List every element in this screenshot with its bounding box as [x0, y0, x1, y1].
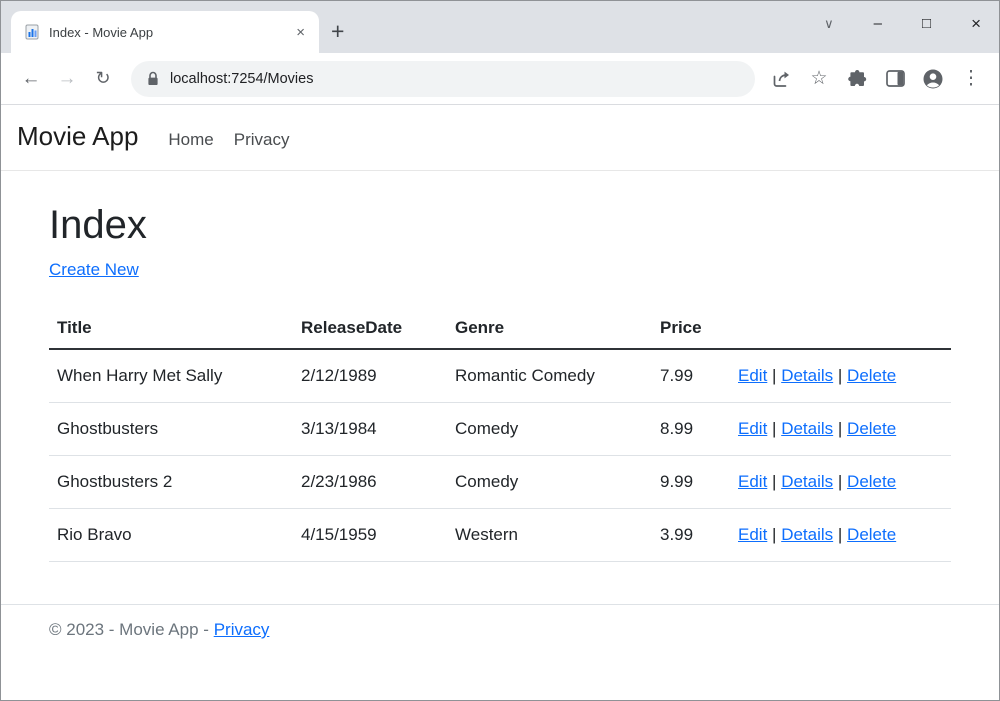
- cell-genre: Comedy: [447, 456, 652, 509]
- maximize-button[interactable]: □: [922, 16, 931, 31]
- edit-link[interactable]: Edit: [738, 366, 767, 385]
- minimize-button[interactable]: –: [874, 16, 882, 31]
- footer-privacy-link[interactable]: Privacy: [214, 620, 270, 639]
- movies-table: Title ReleaseDate Genre Price When Harry…: [49, 308, 951, 562]
- cell-price: 3.99: [652, 509, 730, 562]
- cell-release-date: 3/13/1984: [293, 403, 447, 456]
- cell-genre: Comedy: [447, 403, 652, 456]
- details-link[interactable]: Details: [781, 419, 833, 438]
- favicon-chart-icon: [24, 24, 40, 40]
- header-genre: Genre: [447, 308, 652, 349]
- table-row: When Harry Met Sally 2/12/1989 Romantic …: [49, 349, 951, 403]
- page-content: Movie App Home Privacy Index Create New …: [1, 105, 999, 700]
- cell-title: Ghostbusters 2: [49, 456, 293, 509]
- cell-price: 9.99: [652, 456, 730, 509]
- edit-link[interactable]: Edit: [738, 525, 767, 544]
- details-link[interactable]: Details: [781, 525, 833, 544]
- page-footer: © 2023 - Movie App - Privacy: [1, 604, 999, 655]
- lock-icon[interactable]: [147, 71, 159, 86]
- cell-release-date: 2/23/1986: [293, 456, 447, 509]
- table-row: Ghostbusters 3/13/1984 Comedy 8.99 Edit …: [49, 403, 951, 456]
- nav-link-home[interactable]: Home: [168, 130, 213, 150]
- close-button[interactable]: ×: [971, 15, 981, 32]
- cell-release-date: 2/12/1989: [293, 349, 447, 403]
- action-separator: |: [772, 419, 776, 438]
- delete-link[interactable]: Delete: [847, 366, 896, 385]
- reload-icon[interactable]: ↻: [85, 61, 121, 97]
- action-separator: |: [838, 525, 842, 544]
- cell-release-date: 4/15/1959: [293, 509, 447, 562]
- main-content: Index Create New Title ReleaseDate Genre…: [1, 171, 999, 562]
- delete-link[interactable]: Delete: [847, 419, 896, 438]
- navbar-brand[interactable]: Movie App: [17, 121, 138, 152]
- header-price: Price: [652, 308, 730, 349]
- bookmark-star-icon[interactable]: ☆: [803, 63, 835, 95]
- delete-link[interactable]: Delete: [847, 525, 896, 544]
- header-title: Title: [49, 308, 293, 349]
- kebab-menu-icon[interactable]: ⋮: [955, 63, 987, 95]
- header-release-date: ReleaseDate: [293, 308, 447, 349]
- window-controls: ∨ – □ ×: [824, 1, 981, 45]
- delete-link[interactable]: Delete: [847, 472, 896, 491]
- cell-actions: Edit | Details | Delete: [730, 509, 951, 562]
- toolbar-icons: ☆ ⋮: [765, 63, 987, 95]
- cell-title: When Harry Met Sally: [49, 349, 293, 403]
- back-icon[interactable]: ←: [13, 61, 49, 97]
- cell-price: 8.99: [652, 403, 730, 456]
- table-row: Rio Bravo 4/15/1959 Western 3.99 Edit | …: [49, 509, 951, 562]
- address-bar[interactable]: localhost:7254/Movies: [131, 61, 755, 97]
- page-title: Index: [49, 203, 951, 248]
- cell-genre: Romantic Comedy: [447, 349, 652, 403]
- url-text[interactable]: localhost:7254/Movies: [170, 71, 313, 87]
- forward-icon[interactable]: →: [49, 61, 85, 97]
- action-separator: |: [838, 419, 842, 438]
- copyright-text: © 2023 - Movie App -: [49, 620, 209, 639]
- table-header-row: Title ReleaseDate Genre Price: [49, 308, 951, 349]
- new-tab-button[interactable]: +: [331, 20, 344, 43]
- header-actions: [730, 308, 951, 349]
- edit-link[interactable]: Edit: [738, 419, 767, 438]
- cell-price: 7.99: [652, 349, 730, 403]
- action-separator: |: [838, 366, 842, 385]
- tab-close-icon[interactable]: ×: [292, 24, 309, 41]
- details-link[interactable]: Details: [781, 366, 833, 385]
- table-row: Ghostbusters 2 2/23/1986 Comedy 9.99 Edi…: [49, 456, 951, 509]
- details-link[interactable]: Details: [781, 472, 833, 491]
- cell-genre: Western: [447, 509, 652, 562]
- nav-link-privacy[interactable]: Privacy: [234, 130, 290, 150]
- cell-actions: Edit | Details | Delete: [730, 403, 951, 456]
- site-navbar: Movie App Home Privacy: [1, 105, 999, 171]
- create-new-link[interactable]: Create New: [49, 260, 139, 279]
- chevron-down-icon[interactable]: ∨: [824, 17, 834, 30]
- share-icon[interactable]: [765, 63, 797, 95]
- action-separator: |: [772, 366, 776, 385]
- side-panel-icon[interactable]: [879, 63, 911, 95]
- action-separator: |: [838, 472, 842, 491]
- cell-title: Ghostbusters: [49, 403, 293, 456]
- extensions-puzzle-icon[interactable]: [841, 63, 873, 95]
- cell-actions: Edit | Details | Delete: [730, 456, 951, 509]
- action-separator: |: [772, 472, 776, 491]
- browser-toolbar: ← → ↻ localhost:7254/Movies ☆: [1, 53, 999, 105]
- edit-link[interactable]: Edit: [738, 472, 767, 491]
- cell-actions: Edit | Details | Delete: [730, 349, 951, 403]
- action-separator: |: [772, 525, 776, 544]
- tab-title: Index - Movie App: [49, 25, 283, 40]
- cell-title: Rio Bravo: [49, 509, 293, 562]
- tab-strip: Index - Movie App × + ∨ – □ ×: [1, 1, 999, 53]
- browser-window: Index - Movie App × + ∨ – □ × ← → ↻ loca…: [0, 0, 1000, 701]
- browser-tab[interactable]: Index - Movie App ×: [11, 11, 319, 53]
- profile-avatar-icon[interactable]: [917, 63, 949, 95]
